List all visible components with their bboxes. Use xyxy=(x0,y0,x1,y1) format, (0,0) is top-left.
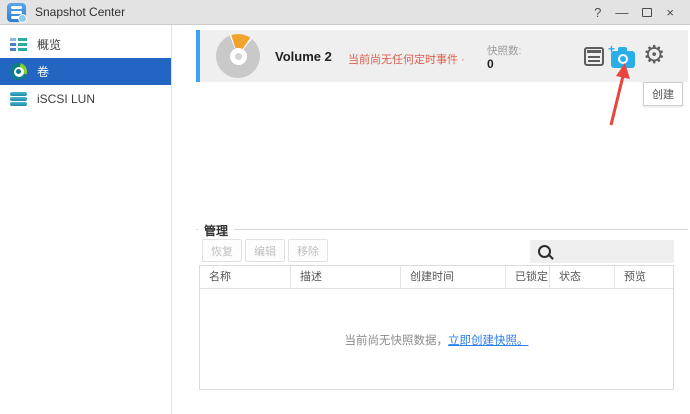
edit-button[interactable]: 编辑 xyxy=(245,239,285,262)
column-header-preview[interactable]: 预览 xyxy=(615,266,673,288)
volume-panel: Volume 2 当前尚无任何定时事件 · 快照数: 0 + ⚙ xyxy=(196,30,688,82)
search-icon xyxy=(538,245,551,258)
schedule-calendar-icon[interactable] xyxy=(584,47,604,66)
table-header-row: 名称 描述 创建时间 已锁定 状态 预览 xyxy=(200,266,673,289)
sidebar-item-label: iSCSI LUN xyxy=(37,91,96,106)
management-legend: 管理 xyxy=(198,222,235,239)
create-tooltip: 创建 xyxy=(643,82,683,106)
create-snapshot-link[interactable]: 立即创建快照。 xyxy=(448,332,529,348)
search-box[interactable] xyxy=(530,239,690,264)
camera-body-icon xyxy=(611,47,635,68)
app-icon xyxy=(7,2,27,23)
window-controls: ? — × xyxy=(594,6,690,19)
sidebar-item-volume[interactable]: 卷 xyxy=(0,58,171,85)
snapshot-count-label: 快照数: xyxy=(487,45,522,57)
remove-button[interactable]: 移除 xyxy=(288,239,328,262)
titlebar: Snapshot Center ? — × xyxy=(0,0,690,25)
section-divider xyxy=(196,229,688,230)
panel-accent-bar xyxy=(196,30,200,82)
column-header-status[interactable]: 状态 xyxy=(550,266,615,288)
table-empty-state: 当前尚无快照数据， 立即创建快照。 xyxy=(200,289,673,390)
schedule-status-text[interactable]: 当前尚无任何定时事件 · xyxy=(348,51,465,67)
minimize-button[interactable]: — xyxy=(615,6,628,19)
main-content: Volume 2 当前尚无任何定时事件 · 快照数: 0 + ⚙ 创建 管理 恢… xyxy=(172,25,690,414)
column-header-created-time[interactable]: 创建时间 xyxy=(401,266,506,288)
sidebar-item-overview[interactable]: 概览 xyxy=(0,31,171,58)
volume-usage-pie-icon xyxy=(216,34,260,78)
sidebar: 概览 卷 iSCSI LUN xyxy=(0,25,172,414)
column-header-description[interactable]: 描述 xyxy=(291,266,401,288)
volume-name: Volume 2 xyxy=(275,49,332,64)
take-snapshot-camera-icon[interactable]: + xyxy=(608,43,636,69)
help-button[interactable]: ? xyxy=(594,6,601,19)
search-input[interactable] xyxy=(557,239,690,264)
column-header-name[interactable]: 名称 xyxy=(200,266,291,288)
sidebar-item-label: 概览 xyxy=(37,38,62,52)
sidebar-item-iscsi-lun[interactable]: iSCSI LUN xyxy=(0,85,171,112)
empty-state-text: 当前尚无快照数据， xyxy=(344,334,449,347)
restore-button[interactable]: 恢复 xyxy=(202,239,242,262)
clock-badge-icon xyxy=(18,13,27,23)
sidebar-item-label: 卷 xyxy=(37,65,50,79)
column-header-locked[interactable]: 已锁定 xyxy=(506,266,550,288)
snapshot-center-window: Snapshot Center ? — × 概览 卷 iSCSI LUN Vol… xyxy=(0,0,690,414)
settings-gear-icon[interactable]: ⚙ xyxy=(643,42,665,67)
snapshot-count-value: 0 xyxy=(487,57,494,71)
iscsi-lun-disks-icon xyxy=(10,90,27,107)
overview-list-icon xyxy=(10,36,27,53)
window-title: Snapshot Center xyxy=(35,5,126,19)
volume-donut-icon xyxy=(10,63,27,80)
snapshot-table: 名称 描述 创建时间 已锁定 状态 预览 当前尚无快照数据， 立即创建快照。 xyxy=(199,265,674,390)
maximize-button[interactable] xyxy=(642,7,653,17)
close-button[interactable]: × xyxy=(666,6,674,19)
